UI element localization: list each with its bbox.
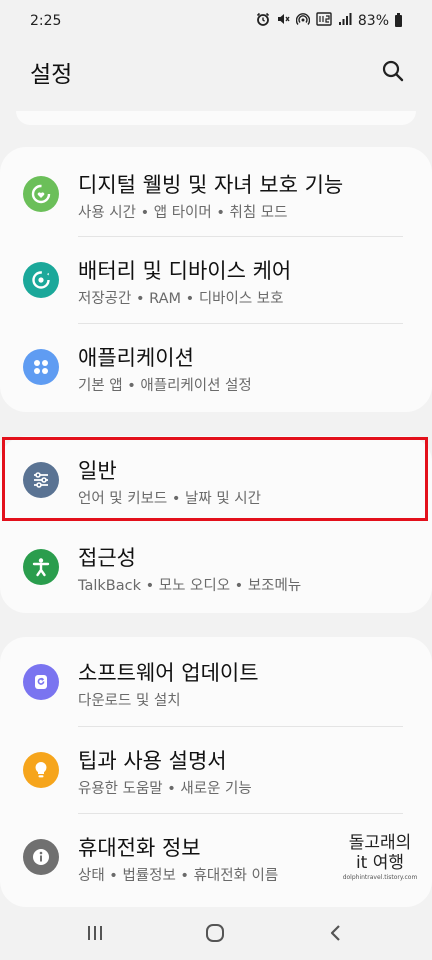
apps-icon	[23, 349, 59, 385]
volte-icon	[316, 12, 332, 29]
navigation-bar	[0, 905, 432, 960]
page-title: 설정	[30, 62, 73, 88]
general-management-icon	[23, 462, 59, 498]
status-time: 2:25	[30, 13, 62, 29]
item-title: 디지털 웰빙 및 자녀 보호 기능	[78, 173, 344, 197]
previous-group-edge	[16, 111, 416, 125]
item-subtitle: 기본 앱 • 애플리케이션 설정	[78, 378, 252, 394]
recent-apps-icon	[88, 926, 102, 940]
accessibility-icon	[23, 549, 59, 585]
settings-item-general[interactable]: 일반 언어 및 키보드 • 날짜 및 시간	[0, 437, 432, 523]
item-subtitle: 다운로드 및 설치	[78, 693, 181, 709]
settings-item-applications[interactable]: 애플리케이션 기본 앱 • 애플리케이션 설정	[0, 324, 432, 410]
item-title: 애플리케이션	[78, 346, 194, 370]
hotspot-icon	[295, 12, 311, 29]
settings-item-accessibility[interactable]: 접근성 TalkBack • 모노 오디오 • 보조메뉴	[0, 524, 432, 610]
battery-percent: 83%	[357, 12, 389, 29]
settings-group-2: 일반 언어 및 키보드 • 날짜 및 시간 접근성 TalkBack • 모노 …	[0, 436, 432, 613]
about-phone-icon	[23, 839, 59, 875]
home-button[interactable]	[195, 917, 235, 949]
settings-item-tips[interactable]: 팁과 사용 설명서 유용한 도움말 • 새로운 기능	[0, 727, 432, 813]
search-icon	[382, 60, 404, 82]
item-title: 배터리 및 디바이스 케어	[78, 259, 292, 283]
battery-icon	[395, 12, 402, 27]
tips-icon	[23, 752, 59, 788]
item-title: 휴대전화 정보	[78, 836, 201, 860]
settings-item-software-update[interactable]: 소프트웨어 업데이트 다운로드 및 설치	[0, 639, 432, 725]
status-icons: 83%	[256, 12, 402, 29]
settings-group-1: 디지털 웰빙 및 자녀 보호 기능 사용 시간 • 앱 타이머 • 취침 모드 …	[0, 147, 432, 412]
item-subtitle: 언어 및 키보드 • 날짜 및 시간	[78, 491, 261, 507]
item-subtitle: 저장공간 • RAM • 디바이스 보호	[78, 291, 284, 307]
recent-apps-button[interactable]	[75, 917, 115, 949]
mute-icon	[276, 12, 290, 29]
item-subtitle: 유용한 도움말 • 새로운 기능	[78, 781, 252, 797]
back-icon	[330, 925, 340, 941]
back-button[interactable]	[316, 917, 356, 949]
settings-item-battery-device-care[interactable]: 배터리 및 디바이스 케어 저장공간 • RAM • 디바이스 보호	[0, 237, 432, 323]
item-title: 팁과 사용 설명서	[78, 749, 227, 773]
home-icon	[206, 924, 224, 942]
item-title: 일반	[78, 459, 117, 483]
item-subtitle: 사용 시간 • 앱 타이머 • 취침 모드	[78, 205, 288, 221]
settings-item-digital-wellbeing[interactable]: 디지털 웰빙 및 자녀 보호 기능 사용 시간 • 앱 타이머 • 취침 모드	[0, 151, 432, 237]
item-title: 접근성	[78, 546, 136, 570]
item-subtitle: TalkBack • 모노 오디오 • 보조메뉴	[78, 578, 302, 594]
watermark: 돌고래의 it 여행 dolphintravel.tistory.com	[340, 833, 420, 883]
device-care-icon	[23, 262, 59, 298]
watermark-line1: 돌고래의	[348, 833, 412, 853]
watermark-url: dolphintravel.tistory.com	[342, 874, 418, 881]
status-bar: 2:25 83%	[0, 0, 432, 44]
search-button[interactable]	[376, 54, 410, 88]
digital-wellbeing-icon	[23, 176, 59, 212]
watermark-line2: it 여행	[355, 853, 405, 873]
alarm-icon	[256, 12, 270, 29]
item-title: 소프트웨어 업데이트	[78, 661, 259, 685]
item-subtitle: 상태 • 법률정보 • 휴대전화 이름	[78, 868, 279, 884]
signal-icon	[338, 12, 352, 29]
software-update-icon	[23, 664, 59, 700]
